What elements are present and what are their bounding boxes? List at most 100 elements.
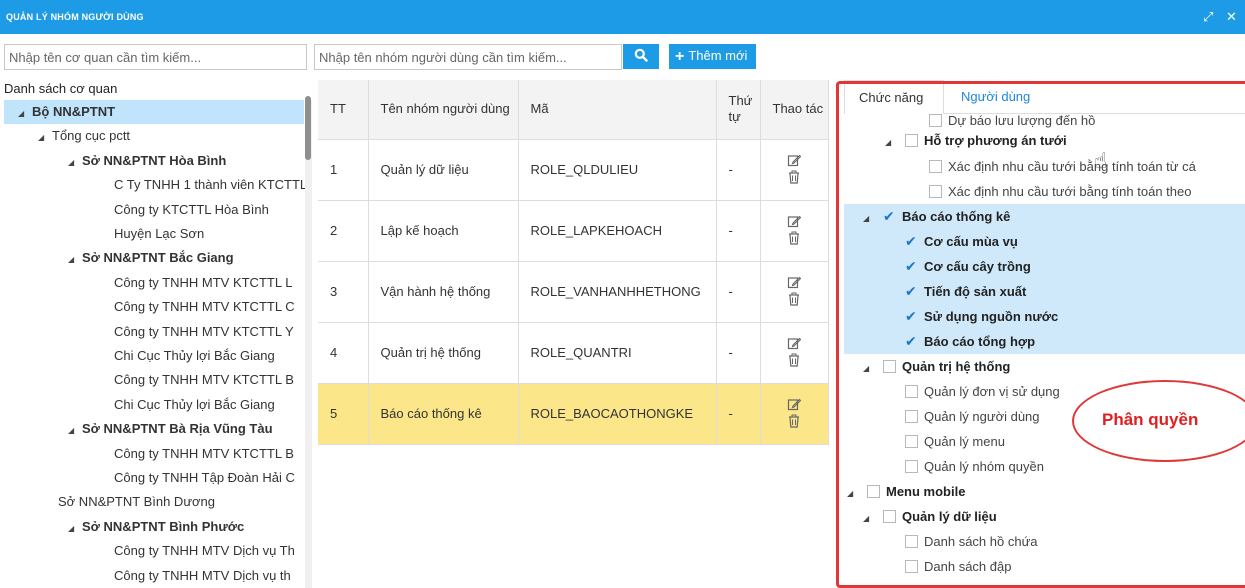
- agency-tree-item[interactable]: C Ty TNHH 1 thành viên KTCTTL: [114, 173, 307, 197]
- agency-tree-item[interactable]: ◢ Bộ NN&PTNT: [4, 100, 304, 124]
- agency-scrollbar-thumb[interactable]: [305, 96, 311, 160]
- group-search-input[interactable]: [314, 44, 622, 70]
- checkbox-unchecked[interactable]: [929, 160, 942, 173]
- checkbox-unchecked[interactable]: [883, 360, 896, 373]
- table-row[interactable]: 2 Lập kế hoạch ROLE_LAPKEHOACH -: [318, 200, 829, 262]
- permission-item[interactable]: Xác định nhu cầu tưới bằng tính toán từ …: [929, 154, 1196, 179]
- table-row[interactable]: 4 Quản trị hệ thống ROLE_QUANTRI -: [318, 322, 829, 384]
- expand-toggle-icon[interactable]: ◢: [847, 481, 867, 506]
- delete-icon[interactable]: [787, 414, 801, 430]
- edit-icon[interactable]: [787, 275, 802, 291]
- agency-tree-item[interactable]: Công ty TNHH MTV KTCTTL B: [114, 442, 294, 466]
- search-button[interactable]: [623, 44, 659, 69]
- permission-item[interactable]: ✔ Cơ cấu mùa vụ: [844, 229, 1245, 254]
- column-header-name[interactable]: Tên nhóm người dùng: [368, 80, 519, 140]
- checkbox-unchecked[interactable]: [905, 460, 918, 473]
- permission-item[interactable]: ✔ Cơ cấu cây trồng: [844, 254, 1245, 279]
- agency-tree-item[interactable]: Chi Cục Thủy lợi Bắc Giang: [114, 393, 275, 417]
- permission-item[interactable]: Danh sách đập: [905, 554, 1011, 579]
- expand-toggle-icon[interactable]: ◢: [68, 419, 82, 443]
- permission-item[interactable]: ✔ Báo cáo tổng hợp: [844, 329, 1245, 354]
- edit-icon[interactable]: [787, 153, 802, 169]
- checkbox-unchecked[interactable]: [905, 134, 918, 147]
- checkbox-unchecked[interactable]: [867, 485, 880, 498]
- checkbox-unchecked[interactable]: [929, 185, 942, 198]
- maximize-icon[interactable]: ⤢: [1203, 10, 1213, 23]
- close-icon[interactable]: ✕: [1226, 10, 1237, 23]
- agency-tree-item[interactable]: Công ty TNHH Tập Đoàn Hải C: [114, 466, 295, 490]
- permission-item[interactable]: Quản lý người dùng: [905, 404, 1040, 429]
- agency-tree-item[interactable]: ◢ Tổng cục pctt: [38, 124, 130, 148]
- permission-item[interactable]: ◢ Quản lý dữ liệu: [863, 504, 997, 529]
- permission-item[interactable]: ◢ Quản trị hệ thống: [863, 354, 1010, 379]
- permission-item[interactable]: Quản lý menu: [905, 429, 1005, 454]
- edit-icon[interactable]: [787, 336, 802, 352]
- checkbox-unchecked[interactable]: [905, 435, 918, 448]
- expand-toggle-icon[interactable]: ◢: [18, 102, 32, 126]
- permission-item[interactable]: ◢ ✔ Báo cáo thống kê: [844, 204, 1245, 229]
- delete-icon[interactable]: [787, 170, 801, 186]
- column-header-tt[interactable]: TT: [318, 80, 369, 140]
- checkbox-unchecked[interactable]: [905, 410, 918, 423]
- permission-item[interactable]: ✔ Sử dụng nguồn nước: [844, 304, 1245, 329]
- checkbox-checked-icon[interactable]: ✔: [905, 304, 918, 329]
- checkbox-unchecked[interactable]: [883, 510, 896, 523]
- table-row[interactable]: 1 Quản lý dữ liệu ROLE_QLDULIEU -: [318, 139, 829, 201]
- permission-item[interactable]: ◢ Menu mobile: [847, 479, 965, 504]
- expand-toggle-icon[interactable]: ◢: [863, 356, 883, 381]
- checkbox-checked-icon[interactable]: ✔: [883, 204, 896, 229]
- edit-icon[interactable]: [787, 214, 802, 230]
- checkbox-checked-icon[interactable]: ✔: [905, 329, 918, 354]
- agency-tree-item[interactable]: Công ty TNHH MTV KTCTTL L: [114, 271, 292, 295]
- agency-tree-item[interactable]: ◢ Sở NN&PTNT Hòa Bình: [68, 149, 226, 173]
- checkbox-unchecked[interactable]: [929, 114, 942, 127]
- agency-tree-item[interactable]: Công ty TNHH MTV KTCTTL Y: [114, 320, 294, 344]
- agency-tree-item[interactable]: Công ty TNHH MTV KTCTTL B: [114, 368, 294, 392]
- permission-item[interactable]: ✔ Tiến độ sản xuất: [844, 279, 1245, 304]
- agency-tree-item[interactable]: ◢ Sở NN&PTNT Bình Phước: [68, 515, 244, 539]
- agency-tree-item[interactable]: Sở NN&PTNT Bình Dương: [58, 490, 215, 514]
- expand-toggle-icon[interactable]: ◢: [68, 151, 82, 175]
- add-new-button[interactable]: + Thêm mới: [669, 44, 756, 69]
- table-row[interactable]: 5 Báo cáo thống kê ROLE_BAOCAOTHONGKE -: [318, 383, 829, 445]
- agency-tree-item[interactable]: Công ty TNHH MTV Dịch vụ Th: [114, 539, 295, 563]
- agency-tree-item[interactable]: ◢ Sở NN&PTNT Bắc Giang: [68, 246, 234, 270]
- edit-icon[interactable]: [787, 397, 802, 413]
- permission-item[interactable]: Danh sách hồ chứa: [905, 529, 1038, 554]
- delete-icon[interactable]: [787, 292, 801, 308]
- column-header-order[interactable]: Thứ tự: [716, 80, 761, 140]
- permission-item[interactable]: Quản lý đơn vị sử dụng: [905, 379, 1060, 404]
- expand-toggle-icon[interactable]: ◢: [38, 126, 52, 150]
- permission-item-label: Tiến độ sản xuất: [924, 284, 1027, 299]
- expand-toggle-icon[interactable]: ◢: [68, 517, 82, 541]
- expand-toggle-icon[interactable]: ◢: [68, 248, 82, 272]
- expand-toggle-icon[interactable]: ◢: [863, 206, 883, 231]
- checkbox-checked-icon[interactable]: ✔: [905, 229, 918, 254]
- permission-item-label: Cơ cấu mùa vụ: [924, 234, 1018, 249]
- agency-tree-item[interactable]: Công ty TNHH MTV Dịch vụ th: [114, 564, 291, 588]
- checkbox-checked-icon[interactable]: ✔: [905, 254, 918, 279]
- agency-tree-item-label: Sở NN&PTNT Bình Dương: [58, 494, 216, 510]
- delete-icon[interactable]: [787, 231, 801, 247]
- checkbox-checked-icon[interactable]: ✔: [905, 279, 918, 304]
- expand-toggle-icon[interactable]: ◢: [885, 130, 905, 155]
- permission-item[interactable]: ◢ Hỗ trợ phương án tưới: [885, 128, 1067, 153]
- agency-tree-item-label: Sở NN&PTNT Hòa Bình: [82, 152, 227, 168]
- permission-item[interactable]: Quản lý nhóm quyền: [905, 454, 1044, 479]
- agency-tree-item[interactable]: ◢ Sở NN&PTNT Bà Rịa Vũng Tàu: [68, 417, 273, 441]
- agency-tree-item[interactable]: Công ty KTCTTL Hòa Bình: [114, 198, 269, 222]
- expand-toggle-icon[interactable]: ◢: [863, 506, 883, 531]
- agency-tree-item[interactable]: Huyện Lạc Sơn: [114, 222, 204, 246]
- agency-scrollbar-track[interactable]: [305, 100, 312, 588]
- permission-item-label: Cơ cấu cây trồng: [924, 259, 1031, 274]
- agency-tree-item[interactable]: Công ty TNHH MTV KTCTTL C: [114, 295, 295, 319]
- checkbox-unchecked[interactable]: [905, 535, 918, 548]
- agency-tree-item[interactable]: Chi Cục Thủy lợi Bắc Giang: [114, 344, 275, 368]
- column-header-code[interactable]: Mã: [518, 80, 717, 140]
- permission-item[interactable]: Xác định nhu cầu tưới bằng tính toán the…: [929, 179, 1191, 204]
- checkbox-unchecked[interactable]: [905, 385, 918, 398]
- table-row[interactable]: 3 Vận hành hệ thống ROLE_VANHANHHETHONG -: [318, 261, 829, 323]
- agency-search-input[interactable]: [4, 44, 307, 70]
- checkbox-unchecked[interactable]: [905, 560, 918, 573]
- delete-icon[interactable]: [787, 353, 801, 369]
